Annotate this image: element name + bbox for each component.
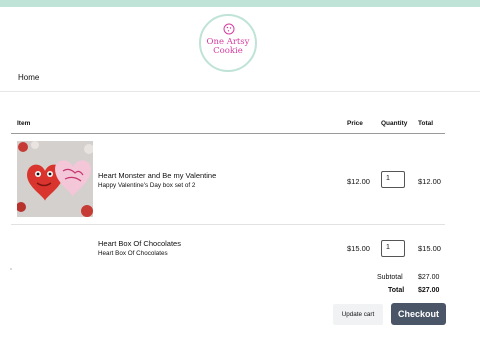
header-divider — [0, 91, 480, 92]
item-price: $15.00 — [347, 244, 370, 253]
item-total: $12.00 — [418, 177, 441, 186]
total-value: $27.00 — [418, 287, 440, 294]
item-name[interactable]: Heart Monster and Be my Valentine — [98, 171, 216, 180]
item-variant: Happy Valentine's Day box set of 2 — [98, 182, 196, 189]
cookie-icon — [223, 23, 235, 35]
table-header-rule — [11, 133, 445, 134]
row-divider — [11, 224, 445, 225]
nav-home-link[interactable]: Home — [18, 73, 39, 82]
subtotal-label: Subtotal — [377, 274, 403, 281]
quantity-input[interactable]: 1 — [381, 171, 405, 188]
item-total: $15.00 — [418, 244, 441, 253]
total-label: Total — [388, 287, 405, 294]
update-cart-button[interactable]: Update cart — [333, 304, 383, 325]
stray-dot — [10, 268, 12, 270]
header-price: Price — [347, 120, 363, 127]
header-total: Total — [418, 120, 434, 127]
item-variant: Heart Box Of Chocolates — [98, 250, 168, 257]
header-quantity: Quantity — [381, 120, 408, 127]
store-logo[interactable]: One Artsy Cookie — [199, 14, 257, 72]
quantity-input[interactable]: 1 — [381, 240, 405, 257]
logo-text-line2: Cookie — [213, 46, 243, 56]
product-thumbnail[interactable] — [17, 141, 93, 217]
item-price: $12.00 — [347, 177, 370, 186]
item-name[interactable]: Heart Box Of Chocolates — [98, 239, 181, 248]
top-accent-bar — [0, 0, 480, 7]
subtotal-value: $27.00 — [418, 274, 440, 281]
cookie-photo — [17, 141, 93, 217]
header-item: Item — [17, 120, 31, 127]
checkout-button[interactable]: Checkout — [391, 303, 446, 325]
